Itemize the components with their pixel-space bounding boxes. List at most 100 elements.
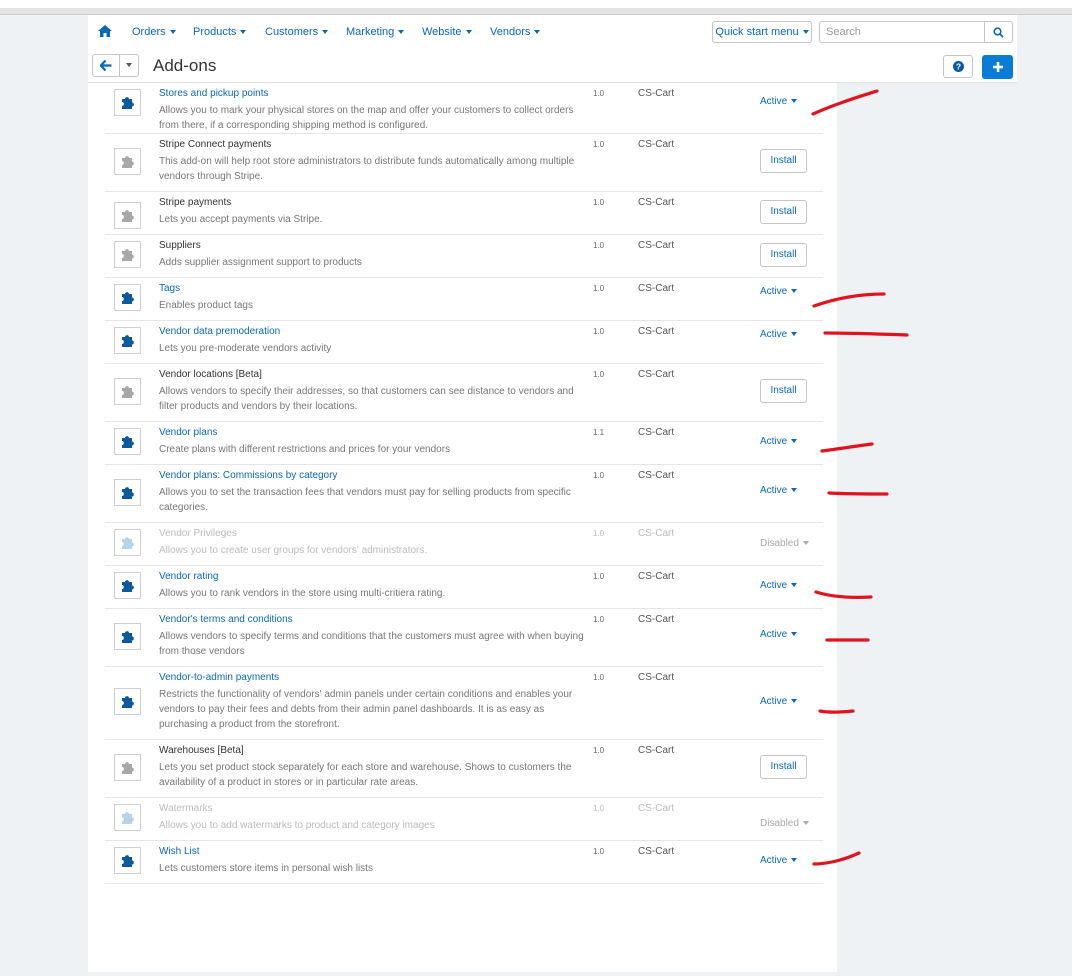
addon-version: 1.0 [593, 529, 605, 538]
addon-icon [114, 804, 141, 831]
addon-version: 1.0 [593, 89, 605, 98]
help-button[interactable]: ? [943, 55, 973, 78]
status-label: Active [760, 96, 788, 107]
addon-description: Allows you to rank vendors in the store … [159, 588, 446, 599]
addon-row: Vendor plans: Commissions by category All… [105, 465, 823, 523]
status-dropdown[interactable]: Active [760, 855, 798, 866]
addon-row: Suppliers Adds supplier assignment suppor… [105, 235, 823, 278]
chevron-down-icon [465, 30, 472, 35]
addon-row: Wish List Lets customers store items in p… [105, 841, 823, 884]
addon-version: 1.0 [593, 746, 605, 755]
puzzle-icon [122, 537, 134, 549]
chevron-down-icon [791, 332, 798, 337]
addon-description: Allows you to mark your physical stores … [159, 105, 574, 131]
addon-description: Enables product tags [159, 300, 253, 311]
status-dropdown[interactable]: Active [760, 580, 798, 591]
add-addon-button[interactable] [982, 55, 1013, 79]
addon-icon [114, 847, 141, 874]
addon-version: 1.0 [593, 572, 605, 581]
addon-provider: CS-Cart [638, 88, 675, 99]
status-label: Active [760, 485, 788, 496]
nav-customers[interactable]: Customers [265, 26, 329, 38]
addon-provider: CS-Cart [638, 672, 675, 683]
install-button[interactable]: Install [760, 379, 807, 403]
addon-name: Vendor locations [Beta] [159, 369, 262, 380]
puzzle-icon [122, 696, 134, 708]
chevron-down-icon [791, 583, 798, 588]
addon-icon [114, 284, 141, 311]
back-button[interactable] [92, 54, 120, 77]
nav-vendors[interactable]: Vendors [490, 26, 541, 38]
addon-row: Vendor plans Create plans with different … [105, 422, 823, 465]
search-button[interactable] [984, 21, 1013, 43]
addon-name[interactable]: Stores and pickup points [159, 88, 269, 99]
puzzle-icon [122, 156, 134, 168]
addon-version: 1.0 [593, 327, 605, 336]
addon-icon [114, 529, 141, 556]
install-button[interactable]: Install [760, 149, 807, 173]
annotation-mark [827, 491, 889, 496]
addon-name[interactable]: Vendor rating [159, 571, 219, 582]
status-label: Active [760, 696, 788, 707]
status-dropdown[interactable]: Active [760, 329, 798, 340]
install-button[interactable]: Install [760, 755, 807, 779]
addon-description: Lets you pre-moderate vendors activity [159, 343, 332, 354]
top-nav: Orders Products Customers Marketing Webs… [88, 15, 1017, 49]
nav-orders[interactable]: Orders [132, 26, 176, 38]
nav-products[interactable]: Products [193, 26, 247, 38]
search-input[interactable] [819, 21, 985, 43]
chevron-down-icon [802, 541, 809, 546]
puzzle-icon [122, 210, 134, 222]
addon-name[interactable]: Vendor data premoderation [159, 326, 280, 337]
addon-version: 1.0 [593, 241, 605, 250]
addon-name: Stripe payments [159, 197, 232, 208]
addon-name[interactable]: Tags [159, 283, 180, 294]
back-dropdown-button[interactable] [119, 54, 139, 77]
addon-version: 1.0 [593, 615, 605, 624]
status-dropdown[interactable]: Active [760, 485, 798, 496]
addon-description: Allows vendors to specify their addresse… [159, 386, 574, 412]
addon-name[interactable]: Vendor-to-admin payments [159, 672, 279, 683]
nav-marketing[interactable]: Marketing [346, 26, 405, 38]
addon-name[interactable]: Vendor's terms and conditions [159, 614, 293, 625]
addon-name[interactable]: Vendor plans: Commissions by category [159, 470, 337, 481]
addon-name: Suppliers [159, 240, 201, 251]
status-dropdown[interactable]: Active [760, 629, 798, 640]
puzzle-icon [122, 762, 134, 774]
chevron-down-icon [791, 289, 798, 294]
nav-website[interactable]: Website [422, 26, 472, 38]
chevron-down-icon [791, 858, 798, 863]
addon-provider: CS-Cart [638, 427, 675, 438]
top-divider [0, 8, 1072, 15]
addon-version: 1.0 [593, 370, 605, 379]
status-dropdown[interactable]: Active [760, 436, 798, 447]
chevron-down-icon [791, 488, 798, 493]
status-dropdown[interactable]: Active [760, 96, 798, 107]
addon-icon [114, 89, 141, 116]
puzzle-icon [122, 487, 134, 499]
addon-description: Restricts the functionality of vendors' … [159, 689, 573, 730]
page-title: Add-ons [153, 56, 217, 75]
addon-name: Warehouses [Beta] [159, 745, 244, 756]
status-dropdown[interactable]: Active [760, 696, 798, 707]
status-dropdown[interactable]: Disabled [760, 538, 809, 549]
addon-description: Allows you to add watermarks to product … [159, 820, 435, 831]
svg-text:?: ? [956, 62, 961, 72]
chevron-down-icon [802, 821, 809, 826]
addon-provider: CS-Cart [638, 197, 675, 208]
status-dropdown[interactable]: Disabled [760, 818, 809, 829]
search-icon [993, 27, 1004, 38]
status-dropdown[interactable]: Active [760, 286, 798, 297]
install-button[interactable]: Install [760, 200, 807, 224]
question-icon: ? [953, 61, 964, 72]
addon-row: Stripe payments Lets you accept payments … [105, 192, 823, 235]
quick-start-menu-button[interactable]: Quick start menu [712, 21, 812, 43]
home-icon[interactable] [98, 25, 112, 37]
addon-version: 1.0 [593, 804, 605, 813]
addon-description: Allows you to create user groups for ven… [159, 545, 428, 556]
chevron-down-icon [398, 30, 405, 35]
addon-name[interactable]: Vendor plans [159, 427, 217, 438]
addon-name[interactable]: Wish List [159, 846, 200, 857]
addon-row: Warehouses [Beta] Lets you set product st… [105, 740, 823, 798]
install-button[interactable]: Install [760, 243, 807, 267]
